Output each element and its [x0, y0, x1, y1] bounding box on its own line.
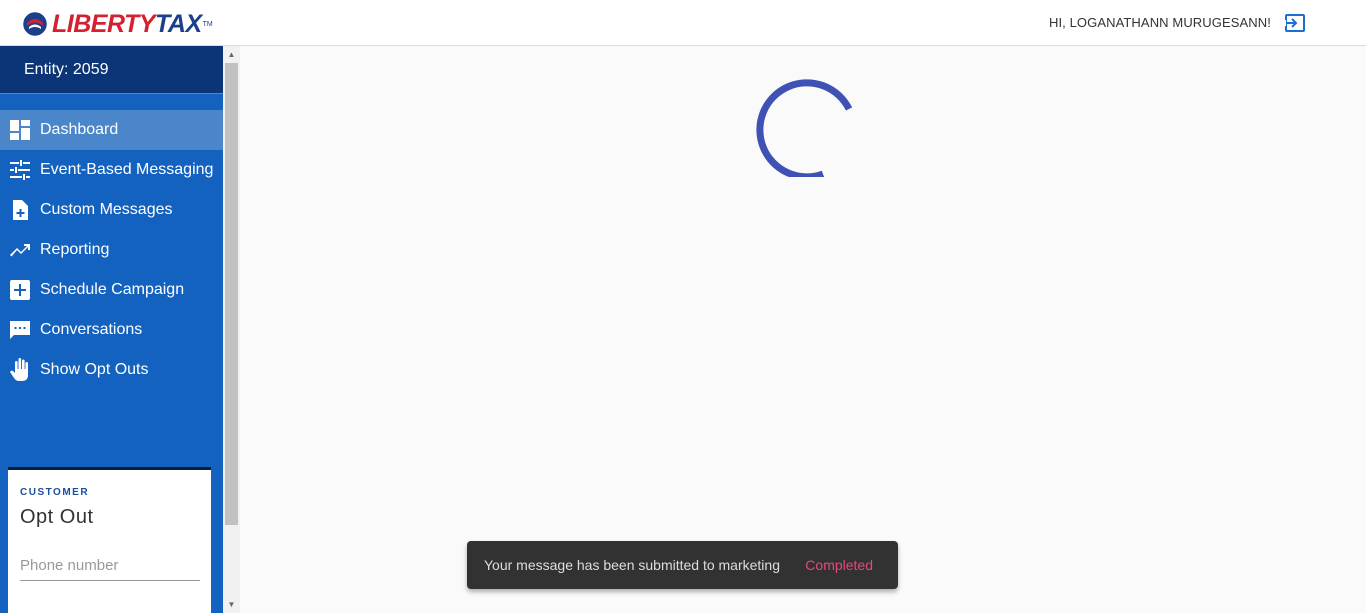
snackbar-message: Your message has been submitted to marke… — [484, 557, 780, 573]
scroll-thumb[interactable] — [225, 63, 238, 525]
sidebar-item-label: Show Opt Outs — [40, 361, 149, 378]
sidebar-item-custom-messages[interactable]: Custom Messages — [0, 190, 223, 230]
dashboard-icon — [10, 120, 30, 140]
entity-label: Entity: 2059 — [0, 46, 223, 94]
sidebar-scrollbar[interactable]: ▲ ▼ — [223, 46, 240, 613]
sidebar-item-reporting[interactable]: Reporting — [0, 230, 223, 270]
sidebar-item-label: Event-Based Messaging — [40, 161, 214, 178]
libertytax-logo[interactable]: LIBERTYTAX TM — [22, 10, 213, 38]
sidebar-item-label: Schedule Campaign — [40, 281, 185, 298]
sidebar-item-show-opt-outs[interactable]: Show Opt Outs — [0, 350, 223, 390]
sidebar: Entity: 2059 Dashboard Event-Based Messa… — [0, 46, 223, 613]
scroll-down-arrow-icon[interactable]: ▼ — [223, 596, 240, 613]
sidebar-item-label: Conversations — [40, 321, 143, 338]
top-header: LIBERTYTAX TM HI, LOGANATHANN MURUGESANN! — [0, 0, 1366, 46]
hand-icon — [10, 358, 30, 381]
logout-icon[interactable] — [1284, 12, 1306, 34]
snackbar: Your message has been submitted to marke… — [467, 541, 898, 589]
logo-tax: TAX — [155, 9, 202, 38]
liberty-torch-icon — [23, 12, 47, 36]
logo-tm: TM — [202, 20, 213, 28]
logo-liberty: LIBERTY — [52, 9, 156, 38]
opt-out-title: Opt Out — [20, 506, 94, 528]
phone-number-input[interactable] — [20, 557, 200, 581]
sidebar-item-event-based-messaging[interactable]: Event-Based Messaging — [0, 150, 223, 190]
chat-icon — [10, 320, 30, 340]
sidebar-item-dashboard[interactable]: Dashboard — [0, 110, 223, 150]
customer-opt-out-card: CUSTOMER Opt Out — [8, 467, 211, 613]
logo-wordmark: LIBERTYTAX — [52, 10, 202, 39]
user-greeting: HI, LOGANATHANN MURUGESANN! — [1048, 15, 1271, 30]
loading-spinner-icon — [752, 77, 853, 181]
scroll-up-arrow-icon[interactable]: ▲ — [223, 46, 240, 63]
plus-box-icon — [10, 280, 30, 300]
file-add-icon — [10, 200, 30, 220]
snackbar-completed-button[interactable]: Completed — [805, 557, 873, 573]
trending-up-icon — [10, 240, 30, 260]
opt-out-kicker: CUSTOMER — [20, 487, 90, 498]
sidebar-item-schedule-campaign[interactable]: Schedule Campaign — [0, 270, 223, 310]
sidebar-item-label: Dashboard — [40, 121, 119, 138]
sidebar-nav: Dashboard Event-Based Messaging Custom M… — [0, 110, 223, 390]
sidebar-item-conversations[interactable]: Conversations — [0, 310, 223, 350]
sidebar-item-label: Reporting — [40, 241, 110, 258]
sidebar-item-label: Custom Messages — [40, 201, 173, 218]
sliders-icon — [10, 160, 30, 180]
